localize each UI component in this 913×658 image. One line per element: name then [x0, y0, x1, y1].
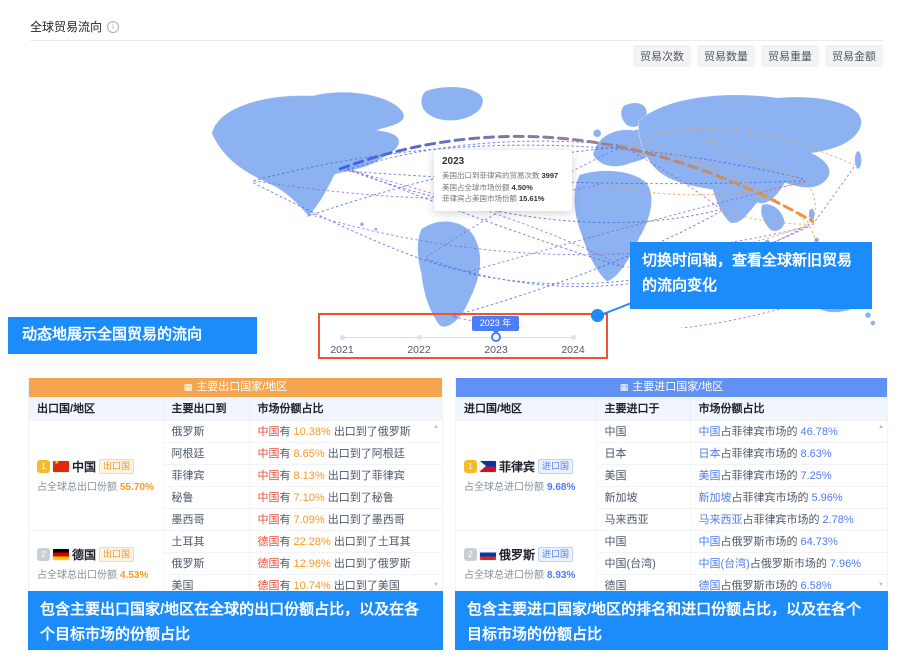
col-import-from: 主要进口于 — [596, 397, 690, 420]
timeline-year-2023: 2023 — [476, 344, 516, 356]
table-row[interactable]: 1 中国 出口国 占全球总出口份额55.70% 俄罗斯 中国有10.38%出口到… — [29, 420, 442, 442]
col-market-share: 市场份额占比 — [690, 397, 887, 420]
col-import-country: 进口国/地区 — [456, 397, 596, 420]
map-tooltip: 2023 美国出口到菲律宾的贸易次数3997 美国占全球市场份额4.50% 菲律… — [434, 150, 572, 211]
importer-philippines-cell: 1 菲律宾 进口国 占全球总进口份额9.68% — [456, 420, 596, 530]
page-header: 全球贸易流向 — [30, 18, 119, 35]
exporter-badge: 出口国 — [99, 459, 134, 474]
callout-export-note: 包含主要出口国家/地区在全球的出口份额占比，以及在各个目标市场的份额占比 — [28, 591, 443, 650]
global-trade-flow-page: 全球贸易流向 贸易次数 贸易数量 贸易重量 贸易金额 — [0, 0, 913, 658]
timeline-stop — [417, 335, 422, 340]
scroll-down-icon[interactable] — [433, 582, 439, 588]
annotation-connector-dot — [591, 309, 604, 322]
metric-toolbar: 贸易次数 贸易数量 贸易重量 贸易金额 — [633, 45, 883, 67]
col-market-share: 市场份额占比 — [249, 397, 442, 420]
scroll-up-icon[interactable] — [878, 424, 884, 430]
info-icon[interactable] — [107, 21, 119, 33]
china-flag-icon — [53, 461, 69, 472]
scroll-down-icon[interactable] — [878, 582, 884, 588]
timeline-stop — [571, 335, 576, 340]
tooltip-line: 美国出口到菲律宾的贸易次数3997 — [442, 170, 564, 182]
timeline-year-2022: 2022 — [399, 344, 439, 356]
col-export-to: 主要出口到 — [163, 397, 249, 420]
import-table-panel: 主要进口国家/地区 进口国/地区 主要进口于 市场份额占比 1 菲律宾 — [455, 378, 888, 596]
import-table-header: 主要进口国家/地区 — [456, 378, 887, 397]
rank-badge: 1 — [37, 460, 50, 473]
rank-badge: 2 — [37, 548, 50, 561]
importer-russia-cell: 2 俄罗斯 进口国 占全球总进口份额8.93% — [456, 530, 596, 596]
export-table-header: 主要出口国家/地区 — [29, 378, 442, 397]
table-header-icon — [184, 382, 193, 392]
exporter-badge: 出口国 — [99, 547, 134, 562]
exporter-china-cell: 1 中国 出口国 占全球总出口份额55.70% — [29, 420, 163, 530]
russia-flag-icon — [480, 549, 496, 560]
germany-flag-icon — [53, 549, 69, 560]
rank-badge: 2 — [464, 548, 477, 561]
tooltip-line: 美国占全球市场份额4.50% — [442, 182, 564, 194]
export-table-panel: 主要出口国家/地区 出口国/地区 主要出口到 市场份额占比 1 中国 — [28, 378, 443, 596]
scroll-up-icon[interactable] — [433, 424, 439, 430]
callout-trade-flow: 动态地展示全国贸易的流向 — [8, 317, 257, 354]
column-header-row: 进口国/地区 主要进口于 市场份额占比 — [456, 397, 887, 420]
metric-button-count[interactable]: 贸易次数 — [633, 45, 691, 67]
header-divider — [30, 40, 883, 41]
timeline-stop — [340, 335, 345, 340]
callout-import-note: 包含主要进口国家/地区的排名和进口份额占比，以及在各个目标市场的份额占比 — [455, 591, 888, 650]
timeline-year-2021: 2021 — [322, 344, 362, 356]
tooltip-year: 2023 — [442, 156, 564, 167]
exporter-germany-cell: 2 德国 出口国 占全球总出口份额4.53% — [29, 530, 163, 596]
table-row[interactable]: 1 菲律宾 进口国 占全球总进口份额9.68% 中国 中国占菲律宾市场的46.7… — [456, 420, 887, 442]
table-row[interactable]: 2 俄罗斯 进口国 占全球总进口份额8.93% 中国 中国占俄罗斯市场的64.7… — [456, 530, 887, 552]
tooltip-line: 菲律宾占美国市场份额15.61% — [442, 193, 564, 205]
table-row[interactable]: 2 德国 出口国 占全球总出口份额4.53% 土耳其 德国有22.28%出口到了… — [29, 530, 442, 552]
table-header-icon — [620, 382, 629, 392]
importer-badge: 进口国 — [538, 459, 573, 474]
timeline-slider-track[interactable] — [342, 337, 573, 338]
timeline-selected-badge: 2023 年 — [472, 316, 519, 331]
philippines-flag-icon — [480, 461, 496, 472]
metric-button-weight[interactable]: 贸易重量 — [761, 45, 819, 67]
rank-badge: 1 — [464, 460, 477, 473]
column-header-row: 出口国/地区 主要出口到 市场份额占比 — [29, 397, 442, 420]
page-title: 全球贸易流向 — [30, 18, 102, 35]
importer-badge: 进口国 — [538, 547, 573, 562]
metric-button-amount[interactable]: 贸易金额 — [825, 45, 883, 67]
col-export-country: 出口国/地区 — [29, 397, 163, 420]
callout-timeline: 切换时间轴，查看全球新旧贸易的流向变化 — [630, 242, 872, 309]
timeline-year-2024: 2024 — [553, 344, 593, 356]
metric-button-quantity[interactable]: 贸易数量 — [697, 45, 755, 67]
